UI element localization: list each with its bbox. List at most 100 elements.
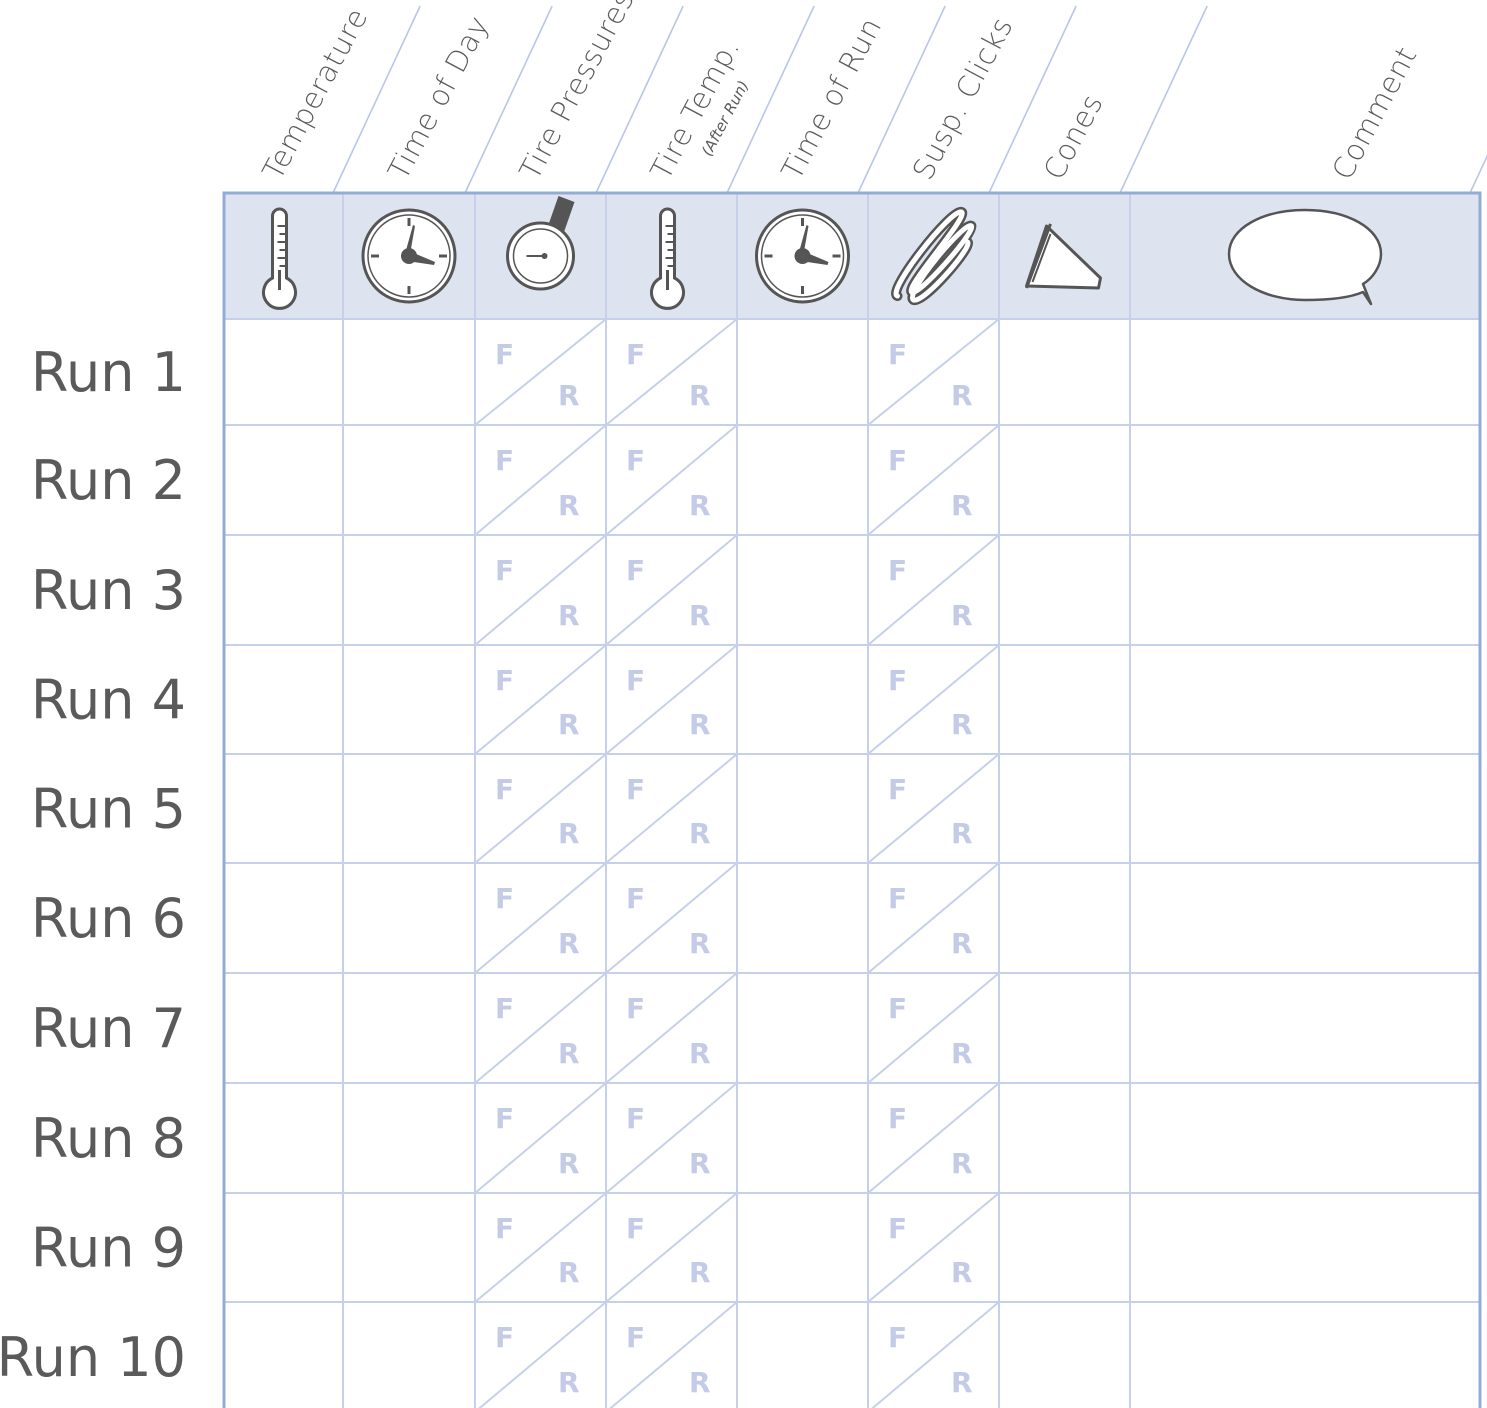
front-rear-split-line [605, 644, 738, 755]
front-label: F [626, 882, 645, 915]
front-label: F [888, 1212, 907, 1245]
front-rear-split-line [474, 753, 607, 864]
row-label-run-10: Run 10 [0, 1326, 186, 1389]
rear-label: R [689, 489, 711, 522]
row-label-run-4: Run 4 [31, 669, 186, 732]
column-header-time_of_run: Time of Run [775, 12, 889, 186]
front-label: F [626, 1212, 645, 1245]
front-label: F [626, 444, 645, 477]
front-label: F [495, 882, 514, 915]
column-header-label: Time of Day [381, 10, 496, 185]
front-rear-split-line [867, 862, 1000, 974]
rear-label: R [558, 489, 580, 522]
header-divider-line [1119, 5, 1208, 194]
front-rear-split-line [871, 1301, 1000, 1408]
clock-icon [361, 208, 457, 304]
column-header-label: Susp. Clicks [906, 11, 1020, 185]
front-rear-split-line [605, 424, 738, 536]
front-rear-split-line [474, 644, 607, 755]
rear-label: R [689, 599, 711, 632]
front-label: F [888, 664, 907, 697]
rear-label: R [951, 379, 973, 412]
rear-label: R [951, 817, 973, 850]
front-label: F [888, 444, 907, 477]
front-rear-split-line [867, 424, 1000, 536]
front-label: F [888, 1102, 907, 1135]
front-label: F [626, 773, 645, 806]
column-header-label: Tire Pressures [513, 0, 641, 185]
rear-label: R [951, 927, 973, 960]
column-header-label: Comment [1325, 41, 1423, 186]
front-rear-split-line [867, 644, 1000, 755]
front-label: F [626, 992, 645, 1025]
row-label-run-3: Run 3 [31, 559, 186, 622]
rear-label: R [558, 927, 580, 960]
rear-label: R [558, 599, 580, 632]
column-header-comment: Comment [1325, 41, 1423, 186]
front-rear-split-line [474, 862, 607, 974]
rear-label: R [689, 379, 711, 412]
rear-label: R [558, 1147, 580, 1180]
front-rear-split-line [474, 972, 607, 1084]
table-frame [222, 191, 1482, 1408]
column-header-label: Temperature [256, 2, 375, 185]
front-label: F [888, 338, 907, 371]
rear-label: R [558, 379, 580, 412]
column-header-susp_clicks: Susp. Clicks [906, 11, 1020, 185]
rear-label: R [951, 489, 973, 522]
row-label-run-7: Run 7 [31, 997, 186, 1060]
front-rear-split-line [478, 1301, 607, 1408]
column-header-label: Time of Run [775, 12, 889, 186]
front-label: F [495, 773, 514, 806]
front-rear-split-line [867, 534, 1000, 646]
column-header-tire_pressures: Tire Pressures [513, 0, 641, 185]
front-rear-split-line [474, 534, 607, 646]
front-rear-split-line [605, 972, 738, 1084]
rear-label: R [951, 599, 973, 632]
rear-label: R [951, 1147, 973, 1180]
rear-label: R [689, 817, 711, 850]
clock-icon [755, 208, 850, 304]
row-label-run-5: Run 5 [31, 778, 186, 841]
front-label: F [888, 554, 907, 587]
rear-label: R [951, 708, 973, 741]
rear-label: R [689, 1366, 711, 1399]
front-rear-split-line [867, 972, 1000, 1084]
column-header-temperature: Temperature [256, 2, 375, 185]
rear-label: R [951, 1366, 973, 1399]
column-header-tire_temp: Tire Temp.(After Run) [644, 33, 753, 186]
row-label-run-2: Run 2 [31, 449, 186, 512]
column-header-time_of_day: Time of Day [381, 10, 496, 185]
front-rear-split-line [474, 1192, 607, 1303]
front-label: F [495, 444, 514, 477]
front-label: F [495, 1102, 514, 1135]
row-label-run-9: Run 9 [31, 1217, 186, 1280]
rear-label: R [558, 1256, 580, 1289]
rear-label: R [689, 1037, 711, 1070]
front-rear-split-line [605, 534, 738, 646]
row-label-run-6: Run 6 [31, 887, 186, 950]
front-label: F [888, 992, 907, 1025]
front-rear-split-line [605, 753, 738, 864]
front-rear-split-line [867, 318, 1000, 426]
rear-label: R [689, 708, 711, 741]
column-header-label: Cones [1037, 88, 1110, 185]
run-row-labels: Run 1 Run 2 Run 3 Run 4 Run 5 Run 6 Run 7 Run 8… [0, 341, 186, 1389]
front-label: F [495, 554, 514, 587]
front-label: F [626, 1321, 645, 1354]
front-rear-split-line [605, 1192, 738, 1303]
front-rear-split-line [605, 862, 738, 974]
rear-label: R [558, 708, 580, 741]
run-log-sheet: Temperature Time of Day Tire Pressures Tire… [0, 0, 1487, 1408]
front-label: F [495, 992, 514, 1025]
front-label: F [626, 664, 645, 697]
front-label: F [626, 338, 645, 371]
front-rear-split-line [605, 318, 738, 426]
rear-label: R [951, 1037, 973, 1070]
front-label: F [626, 1102, 645, 1135]
rear-label: R [558, 1366, 580, 1399]
column-headers: Temperature Time of Day Tire Pressures Tire… [256, 0, 1424, 186]
rear-label: R [951, 1256, 973, 1289]
front-label: F [495, 1321, 514, 1354]
front-rear-split-line [605, 1082, 738, 1194]
